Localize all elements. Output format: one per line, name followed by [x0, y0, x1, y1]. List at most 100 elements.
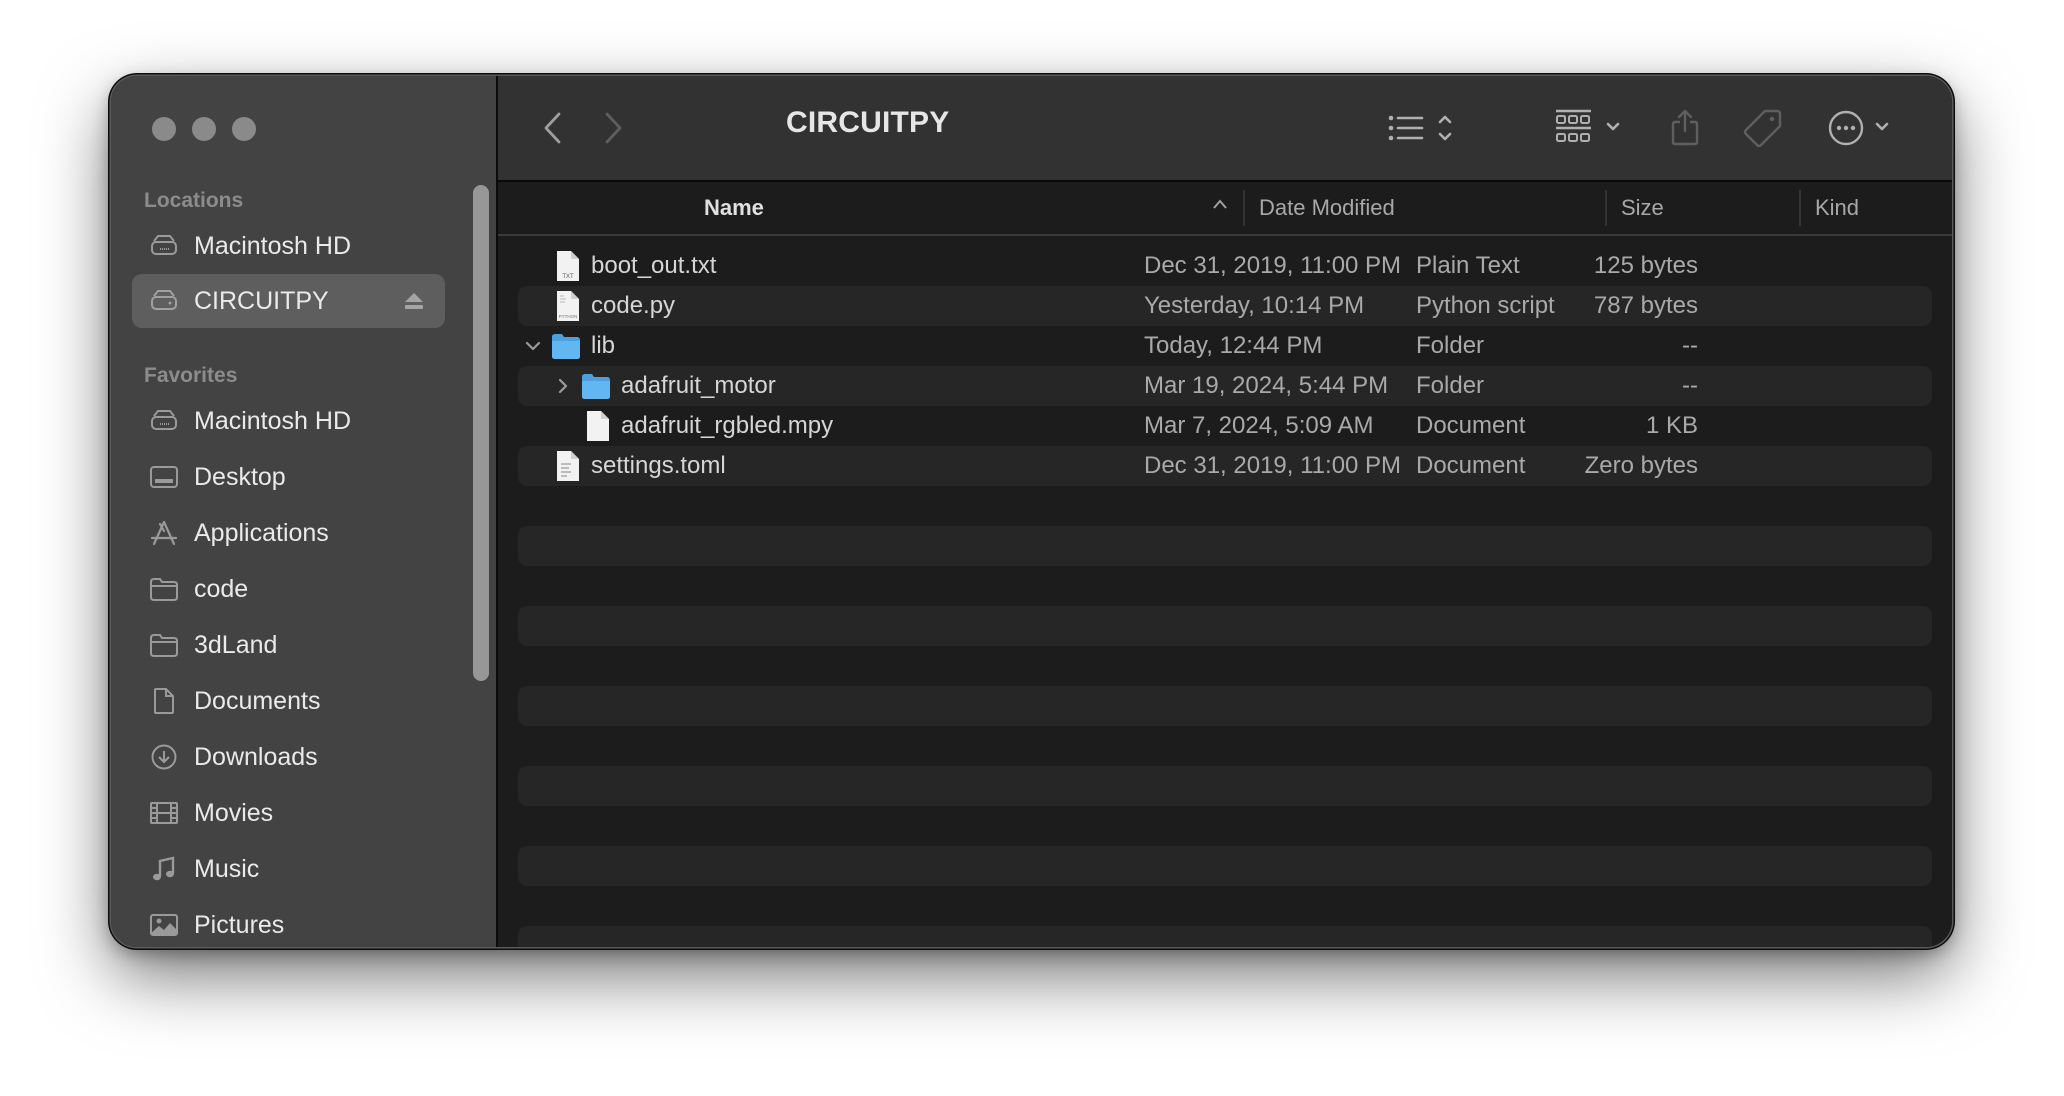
column-separator[interactable] — [1243, 190, 1245, 226]
file-kind: Python script — [1416, 292, 1555, 319]
empty-row — [518, 926, 1932, 947]
sidebar-item-downloads[interactable]: Downloads — [132, 730, 445, 784]
empty-row — [518, 606, 1932, 646]
eject-icon[interactable] — [403, 290, 425, 312]
sidebar-item-label: Pictures — [194, 910, 285, 939]
file-kind: Document — [1416, 412, 1526, 439]
sidebar-item-macintosh-hd[interactable]: Macintosh HD — [132, 219, 445, 273]
tag-icon — [1743, 109, 1782, 148]
sidebar-item-label: Desktop — [194, 462, 286, 491]
file-row-adafruit-motor[interactable]: adafruit_motor Mar 19, 2024, 5:44 PM -- … — [518, 366, 1932, 406]
more-actions-button[interactable] — [1828, 109, 1898, 147]
share-button[interactable] — [1668, 109, 1702, 147]
column-separator[interactable] — [1605, 190, 1607, 226]
file-name: adafruit_rgbled.mpy — [621, 412, 834, 439]
file-row-adafruit-rgbled-mpy[interactable]: adafruit_rgbled.mpy Mar 7, 2024, 5:09 AM… — [518, 406, 1932, 446]
sidebar-item-macintosh-hd-favorite[interactable]: Macintosh HD — [132, 394, 445, 448]
file-row-settings-toml[interactable]: settings.toml Dec 31, 2019, 11:00 PM Zer… — [518, 446, 1932, 486]
column-name[interactable]: Name — [704, 195, 764, 221]
file-row-boot-out-txt[interactable]: TXT boot_out.txt Dec 31, 2019, 11:00 PM … — [518, 246, 1932, 286]
file-size: 125 bytes — [1593, 252, 1698, 279]
pictures-icon — [148, 911, 180, 939]
group-button[interactable] — [1555, 109, 1625, 147]
folder-icon — [148, 575, 180, 603]
empty-row — [518, 686, 1932, 726]
sidebar-section-locations: Locations — [144, 189, 244, 212]
file-size: -- — [1682, 332, 1698, 359]
file-row-lib[interactable]: lib Today, 12:44 PM -- Folder — [518, 326, 1932, 366]
sidebar-item-label: Music — [194, 854, 260, 883]
column-kind[interactable]: Kind — [1815, 195, 1859, 221]
sidebar-section-favorites: Favorites — [144, 364, 238, 387]
column-date-modified[interactable]: Date Modified — [1259, 195, 1395, 221]
back-button[interactable] — [538, 109, 568, 147]
internal-drive-icon — [148, 407, 180, 435]
group-icon — [1556, 109, 1620, 142]
sidebar-item-desktop[interactable]: Desktop — [132, 450, 445, 504]
sidebar-item-documents[interactable]: Documents — [132, 674, 445, 728]
share-icon — [1671, 109, 1699, 146]
file-date: Dec 31, 2019, 11:00 PM — [1144, 452, 1402, 479]
file-date: Dec 31, 2019, 11:00 PM — [1144, 252, 1402, 279]
forward-button[interactable] — [598, 109, 628, 147]
document-icon — [148, 687, 180, 715]
svg-text:TXT: TXT — [562, 274, 574, 280]
external-drive-icon — [148, 287, 180, 315]
minimize-button[interactable] — [192, 117, 216, 141]
sidebar-item-code[interactable]: code — [132, 562, 445, 616]
blank-document-icon — [587, 411, 609, 441]
sidebar-item-label: Movies — [194, 798, 274, 827]
file-date: Mar 19, 2024, 5:44 PM — [1144, 372, 1389, 399]
sidebar-item-label: 3dLand — [194, 630, 278, 659]
text-file-icon: TXT — [557, 251, 579, 281]
file-name: code.py — [591, 292, 676, 319]
sidebar-item-label: code — [194, 574, 249, 603]
finder-window: Locations Macintosh HD CIRCUITPY Favorit… — [111, 76, 1952, 947]
sidebar-item-label: Applications — [194, 518, 329, 547]
disclosure-collapsed-icon[interactable] — [554, 377, 572, 395]
column-separator[interactable] — [1799, 190, 1801, 226]
internal-drive-icon — [148, 232, 180, 260]
file-name: adafruit_motor — [621, 372, 776, 399]
sidebar-item-3dland[interactable]: 3dLand — [132, 618, 445, 672]
file-date: Today, 12:44 PM — [1144, 332, 1323, 359]
back-chevron-icon — [544, 112, 561, 144]
sidebar-item-label: CIRCUITPY — [194, 286, 329, 315]
tags-button[interactable] — [1743, 109, 1783, 148]
zoom-button[interactable] — [232, 117, 256, 141]
empty-row — [518, 766, 1932, 806]
empty-row — [518, 526, 1932, 566]
svg-text:PYTHON: PYTHON — [559, 314, 578, 319]
python-file-icon: PYTHON — [557, 291, 579, 321]
empty-row — [518, 846, 1932, 886]
sidebar-scrollbar[interactable] — [473, 185, 489, 681]
file-size: 787 bytes — [1593, 292, 1698, 319]
sidebar-item-label: Macintosh HD — [194, 406, 351, 435]
sidebar: Locations Macintosh HD CIRCUITPY Favorit… — [111, 76, 498, 947]
file-size: Zero bytes — [1584, 452, 1698, 479]
close-button[interactable] — [152, 117, 176, 141]
view-options-button[interactable] — [1388, 109, 1462, 147]
file-date: Yesterday, 10:14 PM — [1144, 292, 1365, 319]
file-kind: Folder — [1416, 332, 1485, 359]
column-header: Name Date Modified Size Kind — [498, 182, 1952, 236]
file-name: lib — [591, 332, 616, 359]
file-row-code-py[interactable]: PYTHON code.py Yesterday, 10:14 PM 787 b… — [518, 286, 1932, 326]
sidebar-item-circuitpy[interactable]: CIRCUITPY — [132, 274, 445, 328]
file-name: settings.toml — [591, 452, 726, 479]
sidebar-item-label: Macintosh HD — [194, 231, 351, 260]
folder-icon — [148, 631, 180, 659]
sort-ascending-icon — [1213, 199, 1227, 209]
folder-icon — [552, 334, 580, 359]
toolbar: CIRCUITPY — [498, 76, 1952, 182]
window-title: CIRCUITPY — [786, 106, 950, 139]
sidebar-item-applications[interactable]: Applications — [132, 506, 445, 560]
file-size: -- — [1682, 372, 1698, 399]
sidebar-item-movies[interactable]: Movies — [132, 786, 445, 840]
sidebar-item-pictures[interactable]: Pictures — [132, 898, 445, 947]
sidebar-item-music[interactable]: Music — [132, 842, 445, 896]
disclosure-expanded-icon[interactable] — [524, 337, 542, 355]
file-kind: Folder — [1416, 372, 1485, 399]
list-view-icon — [1388, 115, 1452, 141]
column-size[interactable]: Size — [1621, 195, 1664, 221]
